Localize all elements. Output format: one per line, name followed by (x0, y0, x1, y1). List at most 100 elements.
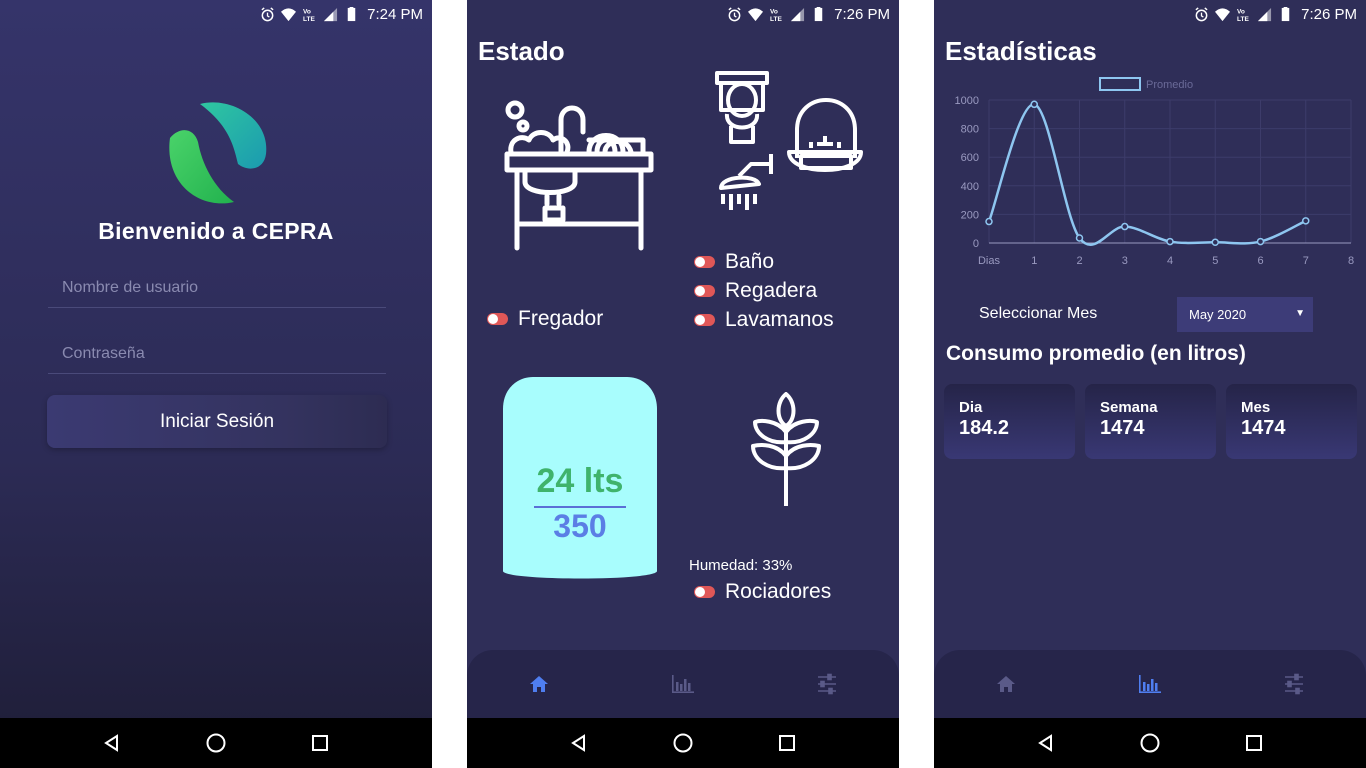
x-tick-label: 3 (1122, 255, 1128, 267)
kitchen-sink-icon (504, 100, 654, 251)
y-tick-label: 200 (961, 209, 979, 221)
toggle-rociadores[interactable]: Rociadores (694, 580, 831, 604)
battery-icon (1281, 6, 1290, 21)
month-select-label: Seleccionar Mes (979, 305, 1098, 322)
svg-text:LTE: LTE (1237, 16, 1250, 22)
y-tick-label: 600 (961, 152, 979, 164)
home-button[interactable] (1138, 731, 1162, 755)
x-tick-label: Dias (978, 255, 1001, 267)
android-nav-bar (467, 718, 899, 768)
humidity-readout: Humedad: 33% (689, 557, 793, 574)
recents-button[interactable] (775, 731, 799, 755)
data-point (1075, 234, 1084, 242)
data-point (1166, 237, 1174, 246)
signal-icon (1258, 7, 1272, 21)
bottom-tab-bar (467, 650, 899, 718)
alarm-icon (261, 6, 274, 21)
toggle-label: Rociadores (725, 580, 832, 603)
x-tick-label: 6 (1257, 255, 1263, 267)
sliders-icon (818, 673, 836, 695)
wifi-icon (281, 7, 297, 21)
clock: 7:26 PM (1301, 5, 1357, 23)
svg-text:Vo: Vo (1237, 8, 1245, 15)
stat-card-week: Semana 1474 (1085, 384, 1216, 459)
stat-card-day: Dia 184.2 (944, 384, 1075, 459)
bar-chart-icon (672, 675, 694, 693)
login-screen: VoLTE 7:24 PM Bienvenido a CEPRA Iniciar… (0, 0, 432, 768)
back-button[interactable] (567, 731, 591, 755)
month-select-value: May 2020 (1189, 307, 1247, 322)
tab-settings[interactable] (1281, 671, 1307, 697)
status-bar: Vo LTE 7:26 PM (467, 0, 899, 28)
data-point (1211, 238, 1219, 247)
data-point (1030, 100, 1038, 109)
data-point (1256, 237, 1265, 246)
volte-icon: VoLTE (1237, 8, 1250, 22)
password-field[interactable] (48, 334, 386, 374)
toggle-label: Lavamanos (725, 308, 834, 331)
svg-text:LTE: LTE (770, 16, 783, 22)
x-tick-label: 8 (1348, 255, 1354, 267)
toggle-label: Fregador (518, 307, 604, 330)
page-title: Estado (478, 36, 565, 66)
svg-text:Vo: Vo (303, 8, 311, 15)
lavamanos-switch[interactable] (694, 314, 715, 326)
tab-settings[interactable] (814, 671, 840, 697)
alarm-icon (728, 6, 741, 21)
tab-statistics[interactable] (1137, 671, 1163, 697)
home-icon (530, 676, 548, 692)
battery-icon (347, 6, 356, 21)
status-bar: Vo LTE 7:26 PM (934, 0, 1366, 28)
tab-statistics[interactable] (670, 671, 696, 697)
tab-home[interactable] (993, 671, 1019, 697)
estadisticas-screen: Vo LTE 7:26 PM Estadísticas 0 200 400 600 800… (934, 0, 1366, 768)
tank-capacity: 350 (553, 508, 607, 544)
svg-text:LTE: LTE (303, 16, 316, 22)
cepra-logo (169, 102, 267, 204)
bottom-tab-bar (934, 650, 1366, 718)
toggle-bano[interactable]: Baño (694, 250, 774, 274)
bano-switch[interactable] (694, 256, 715, 268)
back-button[interactable] (100, 731, 124, 755)
toggle-fregador[interactable]: Fregador (487, 307, 603, 331)
fregador-switch[interactable] (487, 313, 508, 325)
data-point (985, 217, 993, 226)
recents-button[interactable] (1242, 731, 1266, 755)
card-value: 1474 (1241, 417, 1286, 439)
clock: 7:24 PM (367, 5, 423, 23)
toggle-lavamanos[interactable]: Lavamanos (694, 308, 834, 332)
home-icon (997, 676, 1015, 692)
tab-home[interactable] (526, 671, 552, 697)
x-tick-label: 7 (1303, 255, 1309, 267)
toggle-label: Baño (725, 250, 775, 273)
wheat-icon (751, 392, 821, 506)
wifi-icon (1215, 7, 1231, 21)
home-button[interactable] (671, 731, 695, 755)
toggle-label: Regadera (725, 279, 818, 302)
y-tick-label: 400 (961, 181, 979, 193)
consumption-line-chart: 0 200 400 600 800 1000 Dias 1 2 3 4 5 6 7 8 Promedio (955, 77, 1354, 267)
sliders-icon (1285, 673, 1303, 695)
month-select[interactable]: May 2020 ▼ (1177, 297, 1313, 332)
card-label: Dia (959, 399, 983, 416)
regadera-switch[interactable] (694, 285, 715, 297)
toggle-regadera[interactable]: Regadera (694, 279, 817, 303)
recents-button[interactable] (308, 731, 332, 755)
card-value: 184.2 (959, 417, 1010, 439)
username-field[interactable] (48, 268, 386, 308)
volte-icon: VoLTE (303, 8, 316, 22)
login-button[interactable]: Iniciar Sesión (47, 395, 387, 448)
signal-icon (791, 7, 805, 21)
alarm-icon (1195, 6, 1208, 21)
home-button[interactable] (204, 731, 228, 755)
x-tick-label: 5 (1212, 255, 1218, 267)
bar-chart-icon (1139, 675, 1161, 693)
x-tick-label: 1 (1031, 255, 1037, 267)
rociadores-switch[interactable] (694, 586, 715, 598)
y-tick-label: 0 (973, 238, 979, 250)
back-button[interactable] (1034, 731, 1058, 755)
card-label: Semana (1100, 399, 1158, 416)
android-nav-bar (934, 718, 1366, 768)
average-consumption-heading: Consumo promedio (en litros) (946, 342, 1246, 365)
status-bar: Vo LTE 7:24 PM (0, 0, 432, 28)
